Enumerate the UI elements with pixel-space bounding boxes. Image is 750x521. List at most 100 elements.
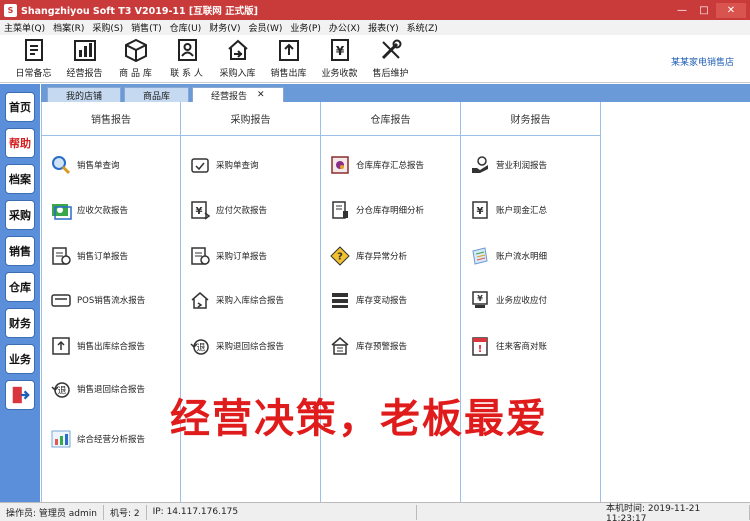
window-title: Shangzhiyou Soft T3 V2019-11 [互联网 正式版] [21,6,258,17]
nav-sales[interactable]: 销售 [5,236,35,266]
report-item[interactable]: 库存预警报告 [329,334,407,358]
minimize-icon[interactable]: — [672,3,692,18]
tab-report[interactable]: 经营报告 ✕ [192,87,284,102]
menu-purchase[interactable]: 采购(S) [92,21,123,34]
nav-exit[interactable] [5,380,35,410]
status-bar: 操作员: 管理员 admin 机号: 2 IP: 14.117.176.175 … [0,502,750,521]
yen-doc-icon: ¥ [472,201,488,219]
nav-help[interactable]: 帮助 [5,128,35,158]
report-item-label: POS销售流水报告 [77,296,146,306]
tab-goods[interactable]: 商品库 [124,87,190,102]
toolbar-contacts-button[interactable]: 联 系 人 [161,35,212,83]
pos-icon [51,294,71,307]
status-machine: 机号: 2 [104,504,147,520]
report-item[interactable]: ¥ 账户现金汇总 [469,198,547,222]
memo-icon [24,39,43,61]
menu-business[interactable]: 业务(P) [290,21,320,34]
report-item-label: 应收欠款报告 [77,206,129,216]
menu-archive[interactable]: 档案(R) [53,21,84,34]
close-icon[interactable]: ✕ [716,2,746,18]
menu-reports[interactable]: 报表(Y) [368,21,399,34]
column-sales: 销售报告 销售单查询 应收欠款报告 销售订单报告 POS销售流水报告 销售出库综… [41,102,181,502]
menu-office[interactable]: 办公(X) [329,21,360,34]
report-item[interactable]: 应收欠款报告 [50,198,128,222]
report-item-label: 分仓库存明细分析 [356,206,425,216]
report-item[interactable]: 采购订单报告 [189,244,267,268]
report-item[interactable]: 采购单查询 [189,153,259,177]
toolbar-sales-out-button[interactable]: 销售出库 [263,35,314,83]
toolbar-aftersale-button[interactable]: 售后维护 [365,35,416,83]
report-item-label: 业务应收应付 [496,296,548,306]
report-item-label: 账户流水明细 [496,252,548,262]
report-item[interactable]: 仓库库存汇总报告 [329,153,424,177]
svg-text:¥: ¥ [477,206,484,217]
report-item-label: 仓库库存汇总报告 [356,161,425,171]
menu-sales[interactable]: 销售(T) [131,21,162,34]
nav-warehouse[interactable]: 仓库 [5,272,35,302]
upload-icon [278,40,299,61]
report-item[interactable]: 销售出库综合报告 [50,334,145,358]
detail-doc-icon [332,201,348,219]
toolbar-receipt-label: 业务收款 [321,69,358,79]
box-icon [124,38,147,63]
menu-main[interactable]: 主菜单(Q) [4,21,45,34]
report-item[interactable]: 销售订单报告 [50,244,128,268]
tab-report-label: 经营报告 [211,91,248,102]
report-item[interactable]: 营业利润报告 [469,153,547,177]
payable-icon: ¥ [191,201,211,220]
yen-doc-icon: ¥ [330,39,349,61]
toolbar-memo-button[interactable]: 日常备忘 [8,35,59,83]
report-item[interactable]: POS销售流水报告 [50,288,145,312]
nav-finance[interactable]: 财务 [5,308,35,338]
app-logo-icon: S [4,3,17,17]
report-item[interactable]: ¥ 业务应收应付 [469,288,547,312]
menu-system[interactable]: 系统(Z) [407,21,438,34]
report-item[interactable]: ¥ 应付欠款报告 [189,198,267,222]
report-item[interactable]: 分仓库存明细分析 [329,198,424,222]
report-item[interactable]: 综合经营分析报告 [50,427,145,451]
report-item-label: 营业利润报告 [496,161,548,171]
svg-text:?: ? [337,252,343,263]
status-time: 本机时间: 2019-11-21 11:23:17 [600,504,750,521]
report-item[interactable]: 销售单查询 [50,153,120,177]
report-item[interactable]: 库存变动报告 [329,288,407,312]
tab-my-store[interactable]: 我的店铺 [47,87,122,102]
purchase-query-icon [191,158,209,173]
report-item-label: 销售订单报告 [77,252,129,262]
nav-business[interactable]: 业务 [5,344,35,374]
svg-text:¥: ¥ [196,206,203,217]
report-item[interactable]: 账户流水明细 [469,244,547,268]
column-header: 销售报告 [42,102,180,136]
tab-close-icon[interactable]: ✕ [257,90,265,100]
report-item-label: 销售退回综合报告 [77,385,146,395]
status-operator: 操作员: 管理员 admin [0,504,104,520]
report-item[interactable]: 退 销售退回综合报告 [50,377,145,401]
column-header: 财务报告 [461,102,600,136]
order-doc-icon [52,247,71,265]
return-icon: 退 [190,339,209,355]
report-item[interactable]: ! 往来客商对账 [469,334,547,358]
tools-icon [381,39,401,60]
report-item[interactable]: ? 库存异常分析 [329,244,407,268]
nav-home[interactable]: 首页 [5,92,35,122]
inventory-summary-icon [331,156,349,174]
toolbar-goods-label: 商 品 库 [119,69,152,79]
report-item-label: 库存变动报告 [356,296,408,306]
maximize-icon[interactable]: □ [694,3,714,18]
report-item[interactable]: 采购入库综合报告 [189,288,284,312]
report-item[interactable]: 退 采购退回综合报告 [189,334,284,358]
toolbar-aftersale-label: 售后维护 [372,69,409,79]
svg-text:退: 退 [57,386,66,397]
nav-purchase[interactable]: 采购 [5,200,35,230]
toolbar-goods-button[interactable]: 商 品 库 [110,35,161,83]
server-icon [332,293,348,308]
toolbar-report-button[interactable]: 经营报告 [59,35,110,83]
nav-archive[interactable]: 档案 [5,164,35,194]
contacts-icon [177,39,197,61]
menu-finance[interactable]: 财务(V) [209,21,240,34]
menu-member[interactable]: 会员(W) [248,21,282,34]
report-item-label: 销售单查询 [77,161,120,171]
toolbar-purchase-in-button[interactable]: 采购入库 [212,35,263,83]
menu-warehouse[interactable]: 仓库(U) [170,21,202,34]
toolbar-receipt-button[interactable]: ¥ 业务收款 [314,35,365,83]
